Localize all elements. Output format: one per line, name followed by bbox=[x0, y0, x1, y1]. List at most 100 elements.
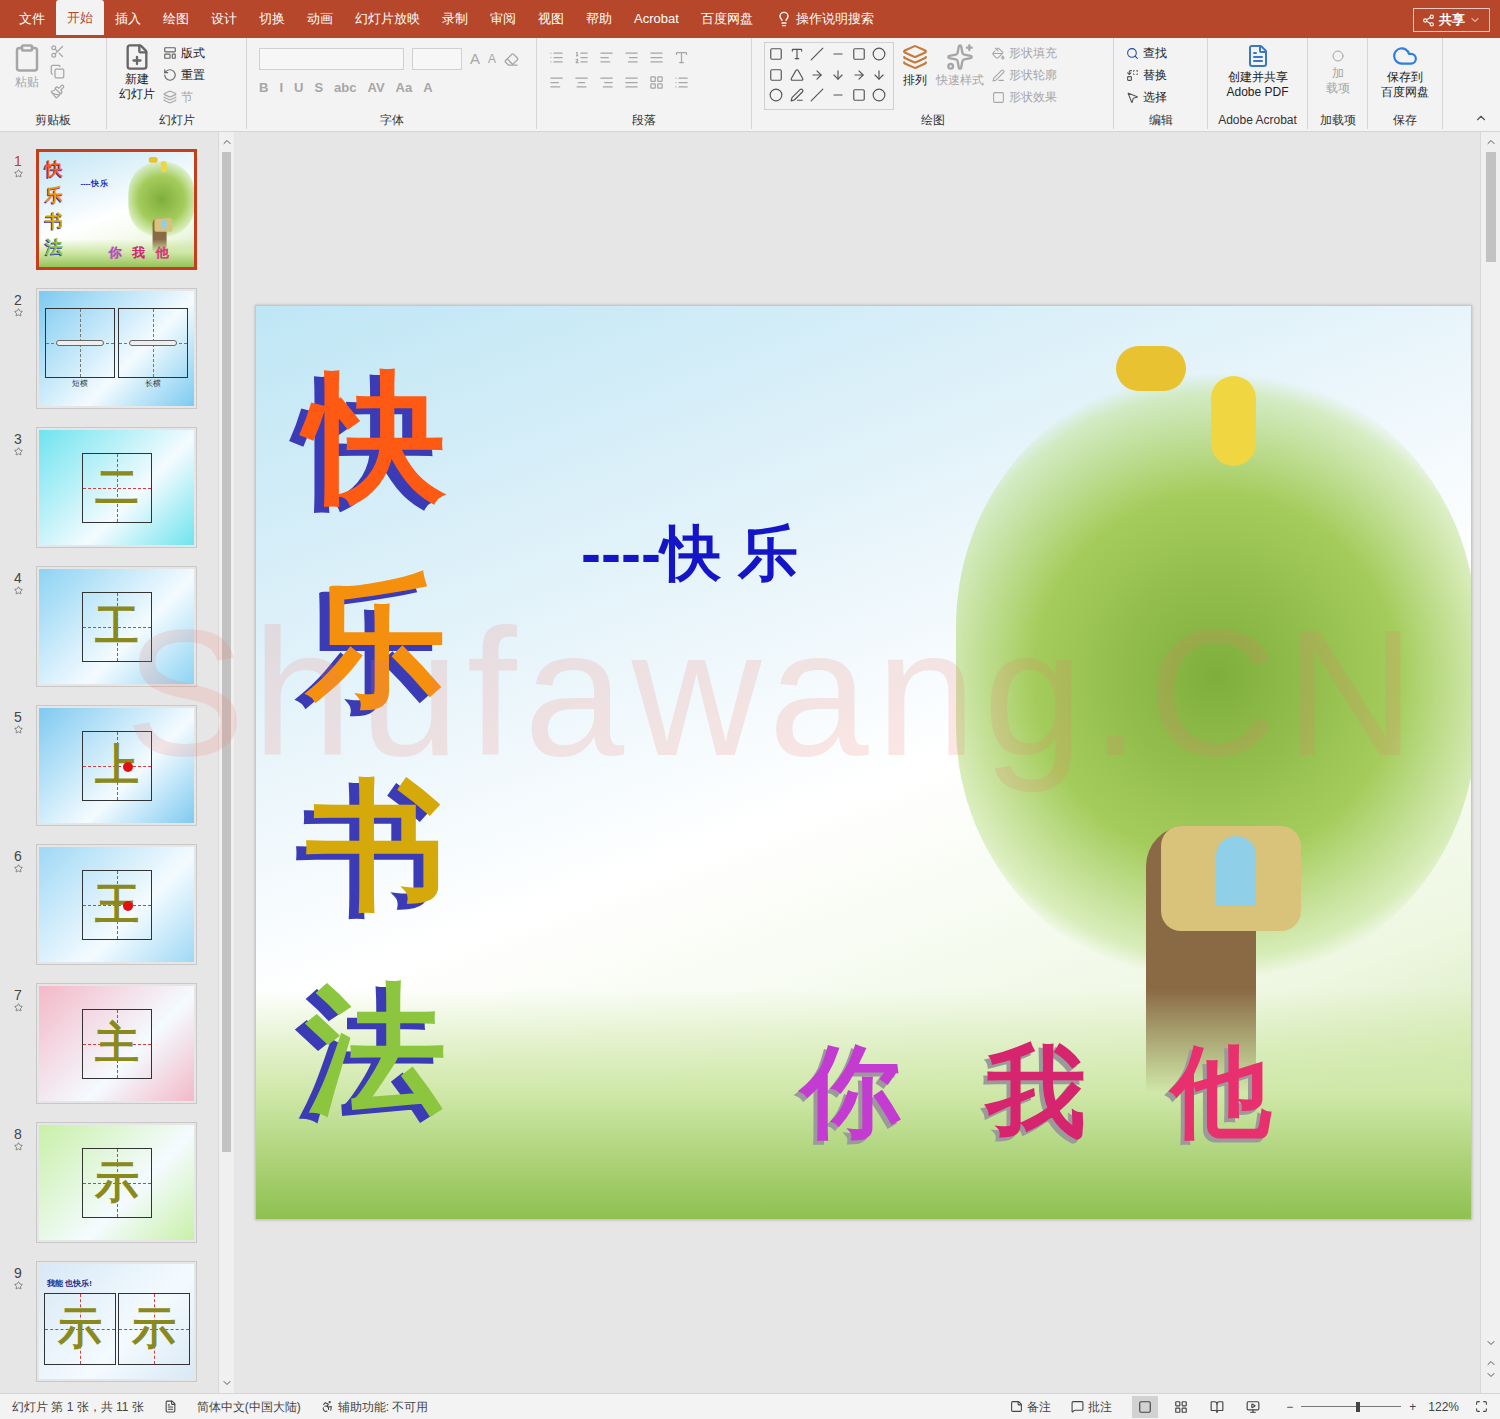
font-format-button[interactable]: A bbox=[423, 79, 432, 97]
shape-outline-button[interactable]: 形状轮廓 bbox=[992, 64, 1057, 86]
accessibility[interactable]: 辅助功能: 不可用 bbox=[321, 1398, 429, 1416]
ribbon-tab[interactable]: 视图 bbox=[527, 3, 575, 35]
slide-subtitle[interactable]: ----快 乐 bbox=[581, 518, 798, 590]
font-format-button[interactable]: abc bbox=[334, 79, 356, 97]
zoom-slider[interactable] bbox=[1301, 1402, 1401, 1412]
addins-button[interactable]: 加载项 bbox=[1312, 42, 1363, 96]
arrange-button[interactable]: 排列 bbox=[902, 42, 928, 110]
notes-button[interactable]: 备注 bbox=[1010, 1398, 1051, 1416]
font-format-button[interactable]: I bbox=[279, 79, 283, 97]
bullets-icon[interactable] bbox=[549, 50, 564, 65]
replace-button[interactable]: 替换 bbox=[1126, 64, 1167, 86]
ribbon-tab[interactable]: 审阅 bbox=[479, 3, 527, 35]
indent-icon[interactable] bbox=[599, 50, 614, 65]
ribbon-tab[interactable]: 帮助 bbox=[575, 3, 623, 35]
font-format-button[interactable]: B bbox=[259, 79, 268, 97]
ribbon-tab[interactable]: 设计 bbox=[200, 3, 248, 35]
slide-canvas[interactable]: 快乐书法 ----快 乐你我他 bbox=[256, 306, 1471, 1219]
font-name-field[interactable] bbox=[259, 48, 404, 70]
section-button[interactable]: 节 bbox=[163, 86, 205, 108]
shapes-gallery[interactable] bbox=[764, 42, 894, 110]
ribbon-tab[interactable]: 插入 bbox=[104, 3, 152, 35]
columns-icon[interactable] bbox=[649, 75, 664, 90]
language[interactable]: 简体中文(中国大陆) bbox=[197, 1398, 301, 1416]
font-format-button[interactable]: U bbox=[294, 79, 303, 97]
tell-me-search[interactable]: 操作说明搜索 bbox=[776, 3, 874, 35]
slide-words[interactable]: 你我他 bbox=[109, 245, 169, 260]
spellcheck-icon[interactable] bbox=[164, 1400, 177, 1413]
font-size-field[interactable] bbox=[412, 48, 462, 70]
previous-slide-icon[interactable] bbox=[1485, 1357, 1497, 1369]
ribbon-tab[interactable]: 开始 bbox=[56, 0, 104, 35]
slide-thumbnail[interactable]: 9我能 也快乐!示示 bbox=[0, 1261, 218, 1393]
ribbon-tab[interactable]: Acrobat bbox=[623, 3, 690, 35]
comments-button[interactable]: 批注 bbox=[1071, 1398, 1112, 1416]
ribbon-tab[interactable]: 幻灯片放映 bbox=[344, 3, 431, 35]
slide-canvas[interactable]: 快乐书法 ----快 乐你我他 bbox=[39, 152, 194, 267]
shape-effects-button[interactable]: 形状效果 bbox=[992, 86, 1057, 108]
ribbon-tab[interactable]: 动画 bbox=[296, 3, 344, 35]
format-painter-icon[interactable] bbox=[50, 84, 65, 99]
quick-styles-button[interactable]: 快速样式 bbox=[936, 42, 984, 110]
editor-scrollbar[interactable] bbox=[1480, 132, 1500, 1393]
line-spacing-icon[interactable] bbox=[649, 50, 664, 65]
clear-format-icon[interactable] bbox=[504, 52, 519, 67]
slide-words[interactable]: 你我他 bbox=[801, 1031, 1271, 1151]
create-pdf-button[interactable]: 创建并共享Adobe PDF bbox=[1212, 42, 1303, 100]
new-slide-button[interactable]: 新建幻灯片 bbox=[119, 42, 155, 108]
collapse-ribbon-icon[interactable] bbox=[1474, 111, 1488, 125]
slide-thumbnail[interactable]: 8示 bbox=[0, 1122, 218, 1261]
slide-subtitle[interactable]: ----快 乐 bbox=[80, 179, 108, 188]
reset-button[interactable]: 重置 bbox=[163, 64, 205, 86]
justify-icon[interactable] bbox=[624, 75, 639, 90]
paste-button[interactable]: 粘贴 bbox=[12, 42, 42, 99]
shape-fill-button[interactable]: 形状填充 bbox=[992, 42, 1057, 64]
next-slide-icon[interactable] bbox=[1485, 1369, 1497, 1381]
ribbon-tab[interactable]: 绘图 bbox=[152, 3, 200, 35]
font-format-button[interactable]: S bbox=[314, 79, 323, 97]
slide-thumbnail[interactable]: 6王 bbox=[0, 844, 218, 983]
ribbon-tab[interactable]: 文件 bbox=[8, 3, 56, 35]
ribbon-tab[interactable]: 录制 bbox=[431, 3, 479, 35]
find-button[interactable]: 查找 bbox=[1126, 42, 1167, 64]
numbering-icon[interactable] bbox=[574, 50, 589, 65]
slide-thumbnail[interactable]: 7主 bbox=[0, 983, 218, 1122]
scroll-thumb[interactable] bbox=[222, 152, 231, 1152]
slide-thumbnail[interactable]: 1快乐书法----快 乐你我他 bbox=[0, 149, 218, 288]
slide-thumbnail[interactable]: 2短横长横 bbox=[0, 288, 218, 427]
thumbnail-scrollbar[interactable] bbox=[218, 132, 234, 1393]
smartart-icon[interactable] bbox=[674, 75, 689, 90]
align-center-icon[interactable] bbox=[574, 75, 589, 90]
slide-title[interactable]: 快乐书法 bbox=[306, 361, 446, 1127]
ribbon-tab[interactable]: 切换 bbox=[248, 3, 296, 35]
font-format-button[interactable]: AV bbox=[367, 79, 384, 97]
zoom-level[interactable]: 122% bbox=[1428, 1398, 1459, 1416]
slide-title[interactable]: 快乐书法 bbox=[45, 159, 63, 257]
copy-icon[interactable] bbox=[50, 64, 65, 79]
outdent-icon[interactable] bbox=[624, 50, 639, 65]
slide-thumbnail[interactable]: 3二 bbox=[0, 427, 218, 566]
select-button[interactable]: 选择 bbox=[1126, 86, 1167, 108]
zoom-out-button[interactable]: − bbox=[1286, 1398, 1293, 1416]
slide-thumbnail[interactable]: 4工 bbox=[0, 566, 218, 705]
align-left-icon[interactable] bbox=[549, 75, 564, 90]
share-button[interactable]: 共享 bbox=[1413, 8, 1490, 32]
slide-thumbnail[interactable]: 5上 bbox=[0, 705, 218, 844]
normal-view-button[interactable] bbox=[1132, 1396, 1158, 1418]
scroll-thumb[interactable] bbox=[1486, 152, 1496, 262]
cut-icon[interactable] bbox=[50, 44, 65, 59]
save-baidu-button[interactable]: 保存到百度网盘 bbox=[1372, 42, 1438, 100]
fit-slide-icon[interactable] bbox=[1475, 1400, 1488, 1413]
align-right-icon[interactable] bbox=[599, 75, 614, 90]
shrink-font-button[interactable]: A bbox=[488, 50, 496, 68]
font-format-button[interactable]: Aa bbox=[396, 79, 413, 97]
grow-font-button[interactable]: A bbox=[470, 48, 480, 71]
zoom-thumb[interactable] bbox=[1356, 1402, 1360, 1412]
layout-button[interactable]: 版式 bbox=[163, 42, 205, 64]
text-direction-icon[interactable] bbox=[674, 50, 689, 65]
reading-view-button[interactable] bbox=[1204, 1396, 1230, 1418]
slideshow-view-button[interactable] bbox=[1240, 1396, 1266, 1418]
ribbon-tab[interactable]: 百度网盘 bbox=[690, 3, 764, 35]
sorter-view-button[interactable] bbox=[1168, 1396, 1194, 1418]
zoom-in-button[interactable]: + bbox=[1409, 1398, 1416, 1416]
